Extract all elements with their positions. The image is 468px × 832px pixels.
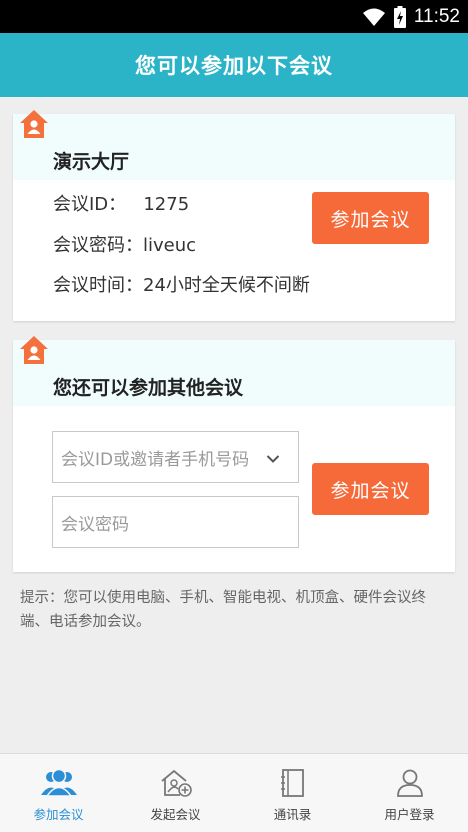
meeting-id-line: 会议ID： 1275 bbox=[53, 194, 190, 215]
meeting-badge-icon bbox=[19, 335, 49, 365]
battery-icon bbox=[393, 5, 406, 28]
nav-label: 发起会议 bbox=[150, 807, 201, 822]
app-bar: 您可以参加以下会议 bbox=[0, 33, 468, 97]
nav-label: 通讯录 bbox=[273, 807, 312, 822]
nav-join-meeting[interactable]: 参加会议 bbox=[0, 754, 117, 832]
meeting-password-line: 会议密码：liveuc bbox=[53, 235, 197, 256]
chevron-down-icon[interactable] bbox=[266, 449, 280, 469]
hint-text: 提示：您可以使用电脑、手机、智能电视、机顶盒、硬件会议终端、电话参加会议。 bbox=[20, 590, 426, 630]
people-icon bbox=[39, 768, 79, 804]
card-title: 演示大厅 bbox=[53, 151, 130, 173]
meeting-id-placeholder: 会议ID或邀请者手机号码 bbox=[61, 449, 250, 470]
nav-contacts[interactable]: 通讯录 bbox=[234, 754, 351, 832]
meeting-password-input[interactable]: 会议密码 bbox=[52, 496, 299, 548]
nav-label: 用户登录 bbox=[384, 807, 435, 822]
nav-label: 参加会议 bbox=[33, 807, 84, 822]
meeting-badge-icon bbox=[19, 109, 49, 139]
wifi-icon bbox=[362, 7, 386, 27]
card-title: 您还可以参加其他会议 bbox=[53, 377, 244, 399]
meeting-time-line: 会议时间：24小时全天候不间断 bbox=[53, 275, 310, 296]
bottom-nav: 参加会议 发起会议 通讯录 用户登录 bbox=[0, 753, 468, 832]
house-plus-icon bbox=[156, 768, 196, 804]
user-icon bbox=[390, 768, 430, 804]
nav-start-meeting[interactable]: 发起会议 bbox=[117, 754, 234, 832]
status-time: 11:52 bbox=[413, 5, 460, 27]
nav-user-login[interactable]: 用户登录 bbox=[351, 754, 468, 832]
meeting-card-hall: 演示大厅 会议ID： 1275 会议密码：liveuc 会议时间：24小时全天候… bbox=[13, 110, 455, 321]
address-book-icon bbox=[273, 768, 313, 804]
page-title: 您可以参加以下会议 bbox=[135, 54, 333, 78]
meeting-card-other: 您还可以参加其他会议 会议ID或邀请者手机号码 会议密码 参加会议 bbox=[13, 336, 455, 572]
meeting-password-placeholder: 会议密码 bbox=[61, 514, 129, 535]
meeting-id-input[interactable]: 会议ID或邀请者手机号码 bbox=[52, 431, 299, 483]
join-meeting-button[interactable]: 参加会议 bbox=[312, 192, 429, 244]
status-bar: 11:52 bbox=[0, 0, 468, 33]
join-other-meeting-button[interactable]: 参加会议 bbox=[312, 463, 429, 515]
